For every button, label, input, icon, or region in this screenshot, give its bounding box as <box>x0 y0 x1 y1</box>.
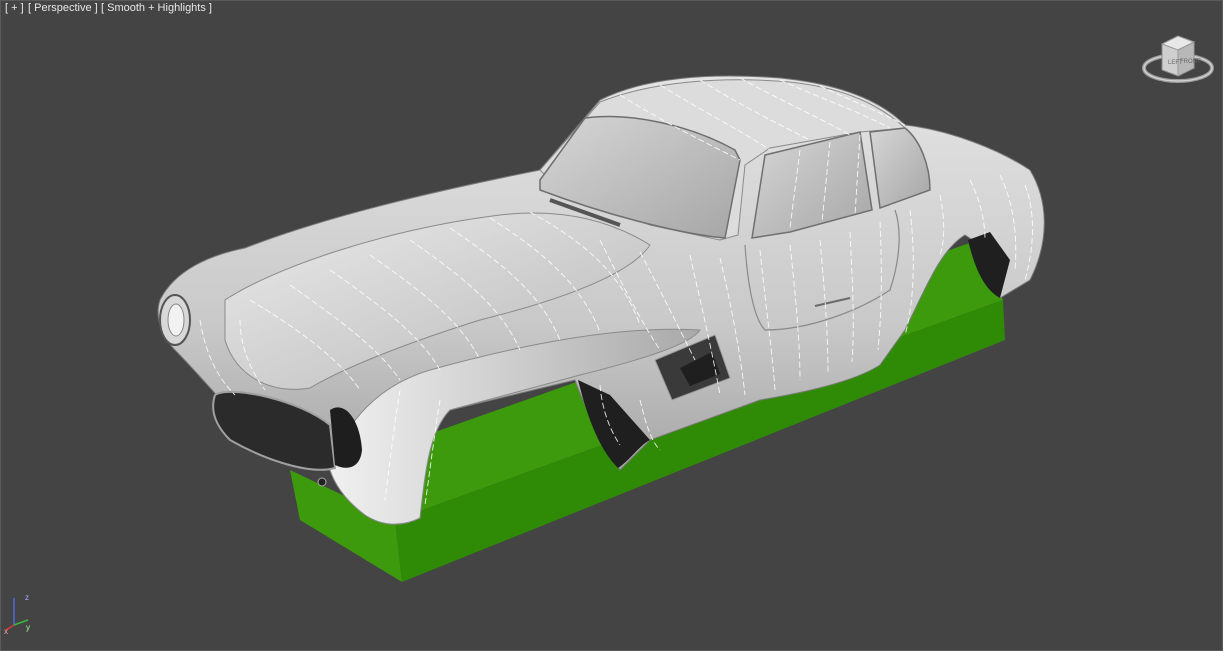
axis-z-label: z <box>25 593 29 602</box>
viewcube-front-face[interactable]: FRONT <box>1180 59 1201 65</box>
axis-tripod-icon: z y x <box>4 590 34 636</box>
axis-x-label: x <box>4 627 8 635</box>
scene-render[interactable] <box>0 0 1223 651</box>
viewcube-icon[interactable]: LEFT FRONT <box>1140 30 1216 92</box>
axis-y-label: y <box>26 623 30 632</box>
perspective-viewport[interactable]: [ + ] [ Perspective ] [ Smooth + Highlig… <box>0 0 1223 651</box>
